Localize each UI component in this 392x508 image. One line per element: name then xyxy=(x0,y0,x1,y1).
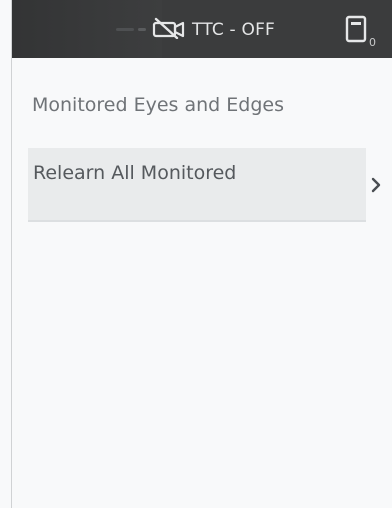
list-item-label: Relearn All Monitored xyxy=(33,162,237,184)
device-icon xyxy=(345,15,367,43)
status-dash-small xyxy=(138,28,146,31)
chevron-right-icon[interactable] xyxy=(370,176,382,194)
ttc-status-label: TTC - OFF xyxy=(192,20,276,40)
camera-off-icon xyxy=(152,17,185,39)
device-subscript: 0 xyxy=(369,36,376,49)
status-dash xyxy=(116,28,134,31)
section-heading: Monitored Eyes and Edges xyxy=(32,94,284,116)
status-bar: TTC - OFF 0 xyxy=(12,0,392,58)
left-border xyxy=(11,0,12,508)
screen: TTC - OFF 0 Monitored Eyes and Edges Rel… xyxy=(0,0,392,508)
relearn-all-monitored-item[interactable]: Relearn All Monitored xyxy=(28,148,366,222)
